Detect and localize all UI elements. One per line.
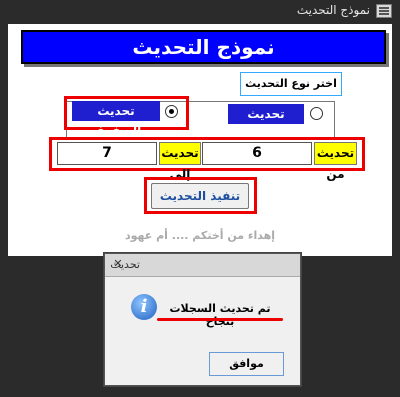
window-title: نموذج التحديث <box>296 3 370 17</box>
option-years-label[interactable]: تحديث الأعوام <box>228 104 304 141</box>
footer-text: إهداء من أختكم .... أم عهود <box>124 229 276 242</box>
group-title: اختر نوع التحديث <box>240 72 342 96</box>
radio-years[interactable] <box>310 107 323 120</box>
update-form: نموذج التحديث اختر نوع التحديث تحديث الأ… <box>8 24 392 256</box>
execute-update-button[interactable]: تنفيذ التحديث <box>151 183 249 209</box>
message-underline <box>157 318 283 321</box>
dialog-title-bar: ✕ تحديث <box>105 254 300 277</box>
title-bar: نموذج التحديث <box>0 0 400 22</box>
update-to-label: تحديث إلى <box>159 142 201 181</box>
info-icon: i <box>131 294 157 320</box>
dialog-title: تحديث <box>110 258 140 271</box>
update-from-input[interactable]: 6 <box>202 142 312 165</box>
banner-title: نموذج التحديث <box>21 30 386 64</box>
update-to-input[interactable]: 7 <box>57 142 157 165</box>
dialog-message: تم تحديث السجلات بنجاح <box>169 302 271 328</box>
ok-button[interactable]: موافق <box>209 352 284 376</box>
message-dialog: ✕ تحديث i تم تحديث السجلات بنجاح موافق <box>104 253 301 386</box>
option-grades-label[interactable]: تحديث الصفوف <box>72 101 160 138</box>
radio-grades[interactable] <box>165 105 178 118</box>
form-icon <box>376 4 392 18</box>
update-from-label: تحديث من <box>314 142 357 181</box>
